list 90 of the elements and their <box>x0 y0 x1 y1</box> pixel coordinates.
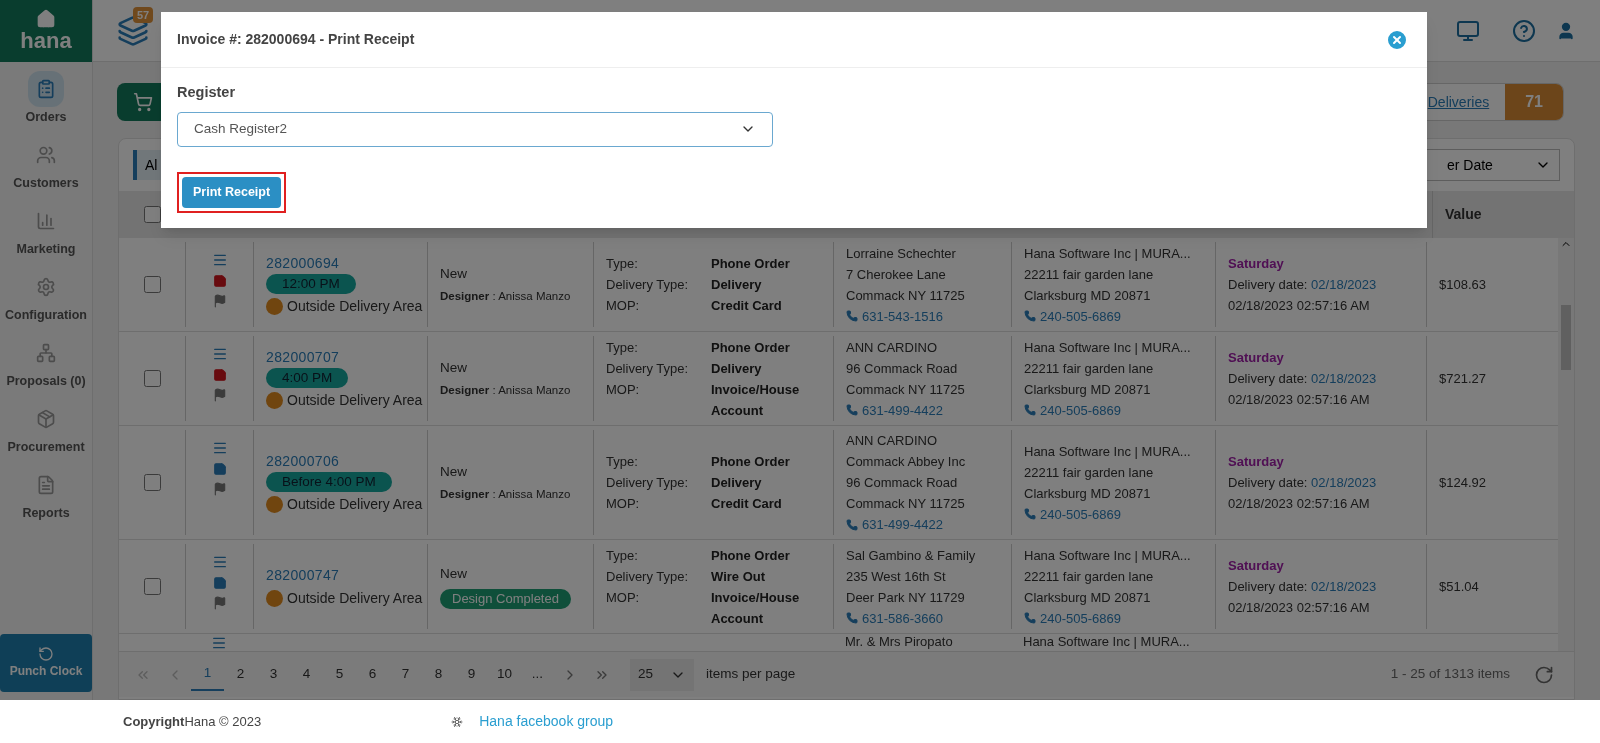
customer-line: Lorraine Schechter <box>846 244 957 263</box>
customer-line: Deer Park NY 11729 <box>846 588 966 607</box>
detail-label: Type: <box>606 338 639 357</box>
detail-value: Delivery <box>711 359 763 378</box>
recipient-line: Clarksburg MD 20871 <box>1024 588 1152 607</box>
created-date: 02/18/2023 02:57:16 AM <box>1228 599 1371 617</box>
customer-line: Commack NY 11725 <box>846 380 966 399</box>
customer-line: Commack NY 11725 <box>846 495 966 513</box>
detail-value: Delivery <box>711 276 763 294</box>
delivery-label: Delivery date: <box>1228 371 1308 386</box>
order-status: New <box>440 358 467 377</box>
detail-value: Delivery <box>711 474 763 492</box>
detail-label: Type: <box>606 255 639 273</box>
designer-text: Designer : Anissa Manzo <box>440 487 571 502</box>
queue-badge: 57 <box>133 6 154 23</box>
order-value: $108.63 <box>1439 275 1486 294</box>
order-status: New <box>440 462 467 481</box>
created-date: 02/18/2023 02:57:16 AM <box>1228 297 1371 315</box>
created-date: 02/18/2023 02:57:16 AM <box>1228 391 1371 409</box>
detail-label: Delivery Type: <box>606 276 690 294</box>
modal-title: Invoice #: 282000694 - Print Receipt <box>177 30 415 49</box>
zone-text: Outside Delivery Area <box>287 588 424 608</box>
recipient-line: Clarksburg MD 20871 <box>1024 286 1152 305</box>
detail-value: Wire Out <box>711 567 767 586</box>
order-value: $721.27 <box>1439 369 1486 388</box>
detail-label: Type: <box>606 453 639 471</box>
customer-line: Commack NY 11725 <box>846 286 966 305</box>
recipient-line: 22211 fair garden lane <box>1024 265 1155 284</box>
zone-text: Outside Delivery Area <box>287 494 424 514</box>
page-size-label: items per page <box>706 665 796 684</box>
order-value: $51.04 <box>1439 577 1479 596</box>
detail-label: MOP: <box>606 297 641 315</box>
detail-label: MOP: <box>606 588 641 607</box>
recipient-line: Clarksburg MD 20871 <box>1024 380 1152 399</box>
customer-line: Mr. & Mrs Piropato <box>844 635 954 651</box>
deliveries-count: 71 <box>1505 84 1563 120</box>
delivery-day: Saturday <box>1228 451 1414 472</box>
customer-line: Commack Abbey Inc <box>846 453 967 471</box>
time-badge: 4:00 PM <box>266 367 349 388</box>
field-label: Register <box>177 83 237 102</box>
recipient-line: 22211 fair garden lane <box>1024 359 1155 378</box>
detail-value: Invoice/House Account <box>711 588 801 628</box>
detail-value: Credit Card <box>711 297 783 315</box>
delivery-label: Delivery date: <box>1228 277 1308 292</box>
design-status: Design Completed <box>440 588 571 609</box>
delivery-label: Delivery date: <box>1228 475 1308 490</box>
recipient-line: Hana Software Inc | MURA... <box>1024 546 1192 565</box>
delivery-day: Saturday <box>1228 347 1414 368</box>
customer-line: 96 Commack Road <box>846 474 959 492</box>
customer-line: ANN CARDINO <box>846 338 938 357</box>
designer-text: Designer : Anissa Manzo <box>440 383 571 398</box>
customer-line: ANN CARDINO <box>846 432 938 450</box>
recipient-line: Clarksburg MD 20871 <box>1024 484 1152 503</box>
zone-text: Outside Delivery Area <box>287 296 424 316</box>
customer-line: 235 West 16th St <box>846 567 947 586</box>
detail-value: Phone Order <box>711 255 791 273</box>
recipient-line: Hana Software Inc | MURA... <box>1024 244 1192 263</box>
detail-label: MOP: <box>606 380 641 399</box>
detail-value: Invoice/House Account <box>711 380 801 420</box>
customer-line: 7 Cherokee Lane <box>846 265 947 284</box>
order-value: $124.92 <box>1439 473 1486 492</box>
time-badge: 12:00 PM <box>266 273 356 294</box>
detail-label: MOP: <box>606 495 641 513</box>
copyright-text: Hana © 2023 <box>184 712 262 731</box>
recipient-line: Hana Software Inc | MURA... <box>1022 635 1191 651</box>
delivery-day: Saturday <box>1228 253 1414 274</box>
detail-label: Delivery Type: <box>606 474 690 492</box>
copyright-label: Copyright <box>123 712 185 731</box>
detail-value: Phone Order <box>711 453 791 471</box>
recipient-line: 22211 fair garden lane <box>1024 567 1155 586</box>
detail-value: Phone Order <box>711 338 791 357</box>
designer-text: Designer : Anissa Manzo <box>440 289 571 304</box>
detail-value: Credit Card <box>711 495 783 513</box>
recipient-line: 22211 fair garden lane <box>1024 463 1155 482</box>
detail-value: Phone Order <box>711 546 791 565</box>
detail-label: Delivery Type: <box>606 359 690 378</box>
delivery-label: Delivery date: <box>1228 579 1308 594</box>
pagination-summary: 1 - 25 of 1313 items <box>1390 665 1510 684</box>
detail-label: Type: <box>606 546 639 565</box>
customer-line: 96 Commack Road <box>846 359 959 378</box>
recipient-line: Hana Software Inc | MURA... <box>1024 338 1192 357</box>
time-badge: Before 4:00 PM <box>266 471 392 492</box>
zone-text: Outside Delivery Area <box>287 390 424 410</box>
order-status: New <box>440 264 467 283</box>
customer-line: Sal Gambino & Family <box>846 546 977 565</box>
detail-label: Delivery Type: <box>606 567 690 586</box>
order-status: New <box>440 565 467 584</box>
recipient-line: Hana Software Inc | MURA... <box>1024 442 1192 461</box>
created-date: 02/18/2023 02:57:16 AM <box>1228 495 1371 513</box>
delivery-day: Saturday <box>1228 555 1414 576</box>
